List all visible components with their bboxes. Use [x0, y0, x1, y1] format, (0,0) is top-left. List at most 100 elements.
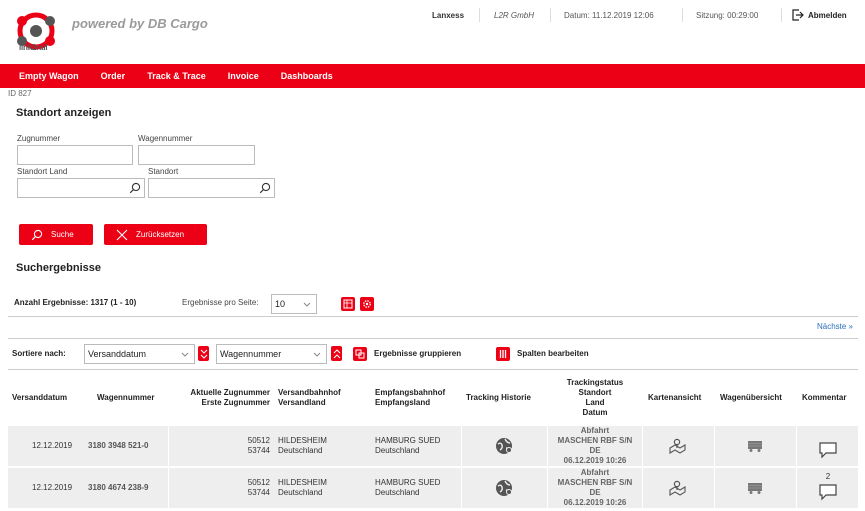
main-navigation: Empty Wagon Order Track & Trace Invoice … — [0, 64, 865, 88]
th-empfangsbahnhof[interactable]: Empfangsbahnhof Empfangsland — [375, 388, 445, 408]
page-title: Standort anzeigen — [16, 107, 112, 119]
cell-eb: HAMBURG SUED — [375, 478, 441, 487]
edit-columns-button[interactable]: Spalten bearbeiten — [517, 349, 589, 358]
cell-divider — [796, 426, 797, 466]
chevron-down-icon — [303, 302, 311, 307]
gear-icon — [363, 300, 371, 308]
reset-button[interactable]: Zurücksetzen — [104, 224, 207, 245]
group-results-button[interactable]: Ergebnisse gruppieren — [374, 349, 461, 358]
cell-zug-aktuell: 50512 — [247, 436, 270, 445]
search-icon[interactable] — [259, 182, 271, 194]
search-icon[interactable] — [129, 182, 141, 194]
header-divider — [479, 8, 480, 22]
cell-wagennummer[interactable]: 3180 4674 238-9 — [88, 483, 149, 493]
cell-divider — [714, 468, 715, 508]
th-zugnummer[interactable]: Aktuelle Zugnummer Erste Zugnummer — [174, 388, 270, 408]
sort-primary-select[interactable]: Versanddatum — [84, 344, 195, 364]
th-kartenansicht: Kartenansicht — [648, 393, 702, 402]
cell-divider — [796, 468, 797, 508]
tracking-history-globe-icon[interactable] — [495, 479, 513, 497]
cell-divider — [714, 426, 715, 466]
cell-status: Abfahrt — [580, 468, 610, 477]
logout-label: Abmelden — [808, 10, 847, 20]
powered-by-text: powered by DB Cargo — [72, 16, 208, 31]
nav-invoice[interactable]: Invoice — [228, 71, 259, 81]
cell-wagennummer[interactable]: 3180 3948 521-0 — [88, 441, 149, 451]
th-kommentar: Kommentar — [802, 393, 847, 402]
cell-versandbahnhof: HILDESHEIM Deutschland — [278, 436, 327, 456]
comment-icon[interactable] — [818, 441, 838, 459]
cell-standort: MASCHEN RBF S/N — [557, 436, 633, 445]
chevron-down-icon — [313, 352, 321, 357]
th-land-label: Land — [585, 398, 605, 407]
divider — [8, 369, 858, 370]
nav-order[interactable]: Order — [101, 71, 126, 81]
standort-input[interactable] — [148, 178, 275, 198]
wagennummer-input[interactable] — [138, 145, 255, 165]
th-trackingstatus[interactable]: Trackingstatus Standort Land Datum — [552, 378, 638, 418]
cell-divider — [461, 468, 462, 508]
table-row[interactable]: 12.12.2019 3180 4674 238-9 50512 53744 H… — [8, 468, 858, 508]
cell-zug-aktuell: 50512 — [247, 478, 270, 487]
th-wagenuebersicht: Wagenübersicht — [720, 393, 782, 402]
cell-datum: 06.12.2019 10:26 — [563, 456, 627, 465]
wagon-icon[interactable] — [746, 481, 764, 495]
nav-dashboards[interactable]: Dashboards — [281, 71, 333, 81]
search-icon — [31, 229, 43, 240]
edit-columns-icon[interactable] — [496, 347, 510, 361]
th-versanddatum[interactable]: Versanddatum — [12, 393, 67, 403]
cell-zug-erste: 53744 — [247, 488, 270, 497]
group-icon — [355, 349, 365, 359]
logout-icon — [792, 9, 804, 21]
th-versandbahnhof[interactable]: Versandbahnhof Versandland — [278, 388, 341, 408]
zugnummer-input[interactable] — [17, 145, 133, 165]
cell-eland: Deutschland — [375, 488, 420, 497]
th-empfangsbahnhof-label: Empfangsbahnhof — [375, 388, 446, 397]
group-results-icon[interactable] — [353, 347, 367, 361]
wagon-icon[interactable] — [746, 439, 764, 453]
map-icon[interactable] — [669, 438, 687, 454]
wagennummer-label: Wagennummer — [138, 134, 193, 143]
th-datum-label: Datum — [582, 408, 608, 417]
result-count: Anzahl Ergebnisse: 1317 (1 - 10) — [14, 298, 137, 307]
cell-vb: HILDESHEIM — [278, 436, 327, 445]
cell-versandbahnhof: HILDESHEIM Deutschland — [278, 478, 327, 498]
next-page-link[interactable]: Nächste » — [817, 322, 853, 331]
sort-secondary-select[interactable]: Wagennummer — [216, 344, 327, 364]
th-erste-zugnummer: Erste Zugnummer — [201, 398, 270, 407]
cell-eb: HAMBURG SUED — [375, 436, 441, 445]
cell-trackingstatus: Abfahrt MASCHEN RBF S/N DE 06.12.2019 10… — [548, 426, 642, 466]
sort-primary-direction[interactable] — [198, 346, 209, 361]
sort-secondary-direction[interactable] — [331, 346, 342, 361]
cell-empfangsbahnhof: HAMBURG SUED Deutschland — [375, 478, 440, 498]
header-divider — [781, 8, 782, 22]
divider — [8, 338, 858, 339]
cell-vland: Deutschland — [278, 446, 323, 455]
reset-button-label: Zurücksetzen — [136, 230, 185, 239]
zugnummer-label: Zugnummer — [17, 134, 61, 143]
divider — [8, 316, 858, 317]
map-icon[interactable] — [669, 480, 687, 496]
cell-divider — [642, 468, 643, 508]
cell-zug-erste: 53744 — [247, 446, 270, 455]
logout-button[interactable]: Abmelden — [792, 8, 847, 22]
nav-track-trace[interactable]: Track & Trace — [147, 71, 206, 81]
cell-versanddatum: 12.12.2019 — [32, 483, 73, 492]
per-page-select[interactable]: 10 — [271, 294, 317, 314]
tracking-history-globe-icon[interactable] — [495, 437, 513, 455]
search-button[interactable]: Suche — [19, 224, 93, 245]
cell-trackingstatus: Abfahrt MASCHEN RBF S/N DE 06.12.2019 10… — [548, 468, 642, 508]
sort-desc-icon — [200, 349, 207, 359]
results-title: Suchergebnisse — [16, 262, 101, 274]
sort-secondary-value: Wagennummer — [220, 349, 282, 359]
settings-button[interactable] — [360, 297, 374, 311]
comment-icon[interactable] — [818, 483, 838, 501]
nav-empty-wagon[interactable]: Empty Wagon — [19, 71, 79, 81]
export-excel-button[interactable] — [341, 297, 355, 311]
sort-primary-value: Versanddatum — [88, 349, 147, 359]
table-row[interactable]: 12.12.2019 3180 3948 521-0 50512 53744 H… — [8, 426, 858, 466]
th-wagennummer[interactable]: Wagennummer — [97, 393, 155, 403]
standort-land-input[interactable] — [17, 178, 145, 198]
columns-icon — [499, 350, 507, 358]
cell-vland: Deutschland — [278, 488, 323, 497]
